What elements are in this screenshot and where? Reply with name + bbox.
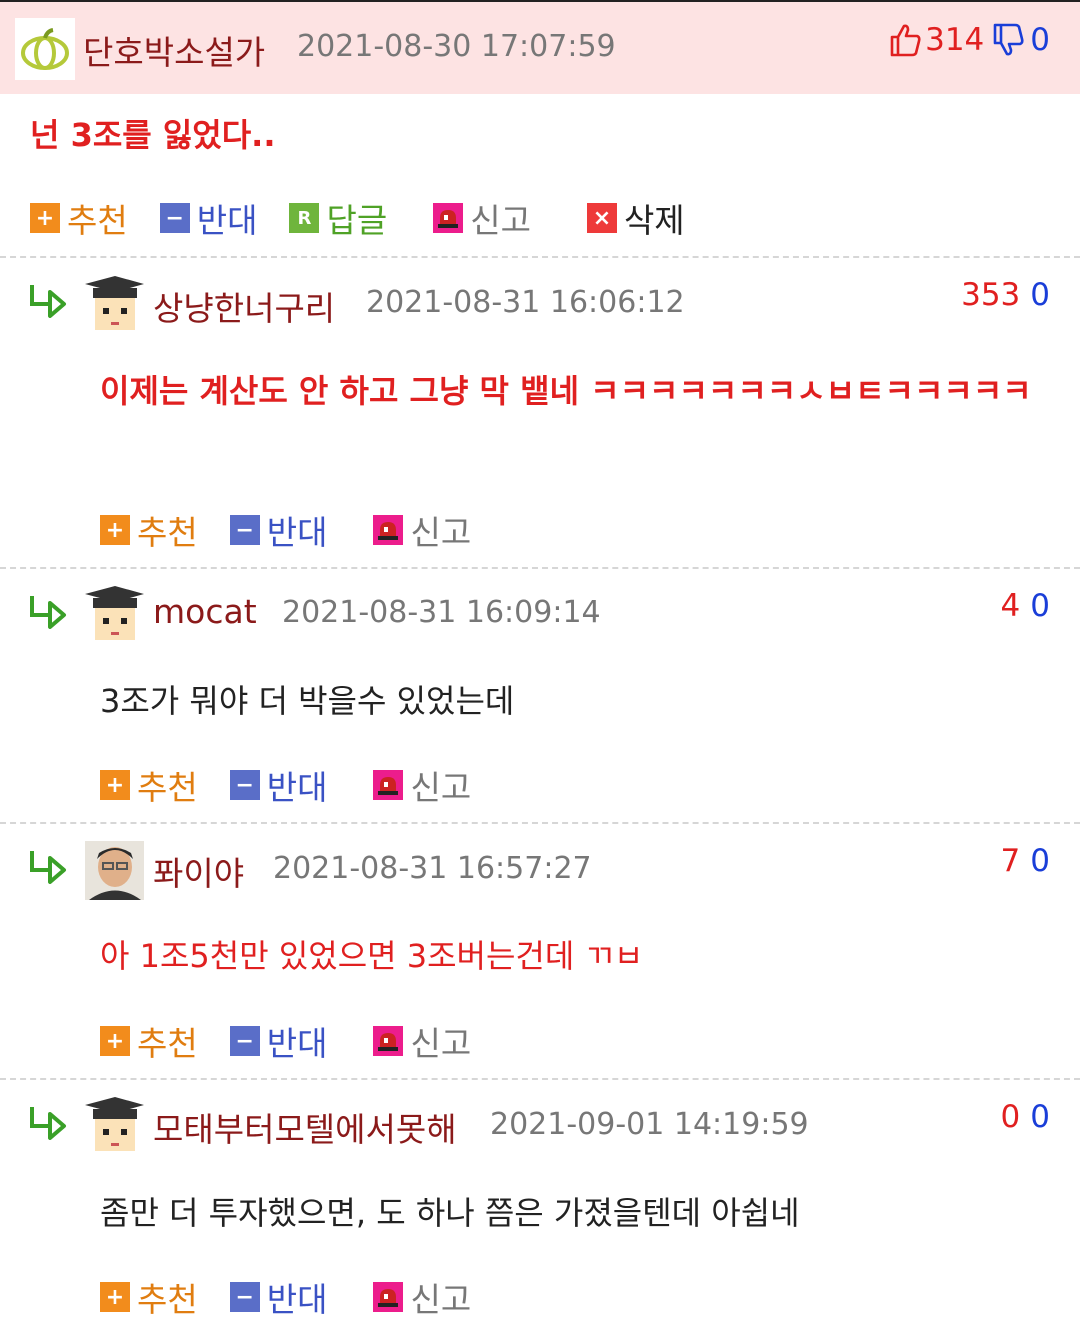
report-button[interactable]: 신고 xyxy=(433,194,531,242)
minus-icon: − xyxy=(229,1282,260,1312)
post-votes: 314 0 xyxy=(889,22,1050,58)
comment-author[interactable]: mocat xyxy=(153,592,257,631)
minus-icon: − xyxy=(159,203,190,233)
comment-date: 2021-08-31 16:57:27 xyxy=(273,851,592,886)
thumbs-up-icon[interactable] xyxy=(889,23,921,57)
reply-button[interactable]: R 답글 xyxy=(289,194,387,242)
reply-arrow-icon xyxy=(30,851,66,884)
graduate-avatar-icon[interactable] xyxy=(85,276,144,335)
comment-date: 2021-08-31 16:09:14 xyxy=(282,595,601,630)
comment-date: 2021-09-01 14:19:59 xyxy=(490,1107,809,1142)
plus-icon: + xyxy=(100,770,130,800)
oppose-button[interactable]: − 반대 xyxy=(229,761,327,809)
minus-icon: − xyxy=(229,770,260,800)
divider xyxy=(0,1078,1080,1080)
report-button[interactable]: 신고 xyxy=(373,1017,471,1065)
onion-avatar-icon[interactable] xyxy=(15,18,75,80)
siren-icon xyxy=(373,1282,404,1312)
comment-author[interactable]: 퐈이야 xyxy=(153,847,244,895)
post-content: 넌 3조를 잃었다.. xyxy=(30,116,276,154)
photo-avatar-icon[interactable] xyxy=(85,841,144,900)
oppose-button[interactable]: − 반대 xyxy=(229,1017,327,1065)
comment-content: 이제는 계산도 안 하고 그냥 막 뱉네 ㅋㅋㅋㅋㅋㅋㅋㅅㅂㅌㅋㅋㅋㅋㅋ xyxy=(100,372,1032,410)
plus-icon: + xyxy=(100,515,130,545)
divider xyxy=(0,256,1080,258)
post-author[interactable]: 단호박소설가 xyxy=(83,26,265,74)
divider xyxy=(0,567,1080,569)
comment-actions: + 추천 − 반대 신고 xyxy=(100,761,503,809)
delete-button[interactable]: × 삭제 xyxy=(586,194,685,242)
reply-r-icon: R xyxy=(289,203,320,233)
plus-icon: + xyxy=(30,203,60,233)
report-button[interactable]: 신고 xyxy=(373,506,471,554)
comment-actions: + 추천 − 반대 신고 xyxy=(100,506,503,554)
divider xyxy=(0,822,1080,824)
post-up-count: 314 xyxy=(925,22,985,58)
comment-votes: 7 0 xyxy=(1000,843,1050,879)
oppose-button[interactable]: − 반대 xyxy=(229,506,327,554)
plus-icon: + xyxy=(100,1282,130,1312)
comment-author[interactable]: 모태부터모텔에서못해 xyxy=(153,1103,457,1151)
minus-icon: − xyxy=(229,515,260,545)
graduate-avatar-icon[interactable] xyxy=(85,586,144,645)
plus-icon: + xyxy=(100,1026,130,1056)
report-button[interactable]: 신고 xyxy=(373,761,471,809)
siren-icon xyxy=(373,770,404,800)
comment-votes: 0 0 xyxy=(1000,1099,1050,1135)
minus-icon: − xyxy=(229,1026,260,1056)
graduate-avatar-icon[interactable] xyxy=(85,1097,144,1156)
post-date: 2021-08-30 17:07:59 xyxy=(297,29,616,64)
oppose-button[interactable]: − 반대 xyxy=(229,1273,327,1321)
recommend-button[interactable]: + 추천 xyxy=(100,506,198,554)
comment-content: 좀만 더 투자했으면, 도 하나 쯤은 가졌을텐데 아쉽네 xyxy=(100,1194,800,1232)
post-down-count: 0 xyxy=(1030,22,1050,58)
recommend-button[interactable]: + 추천 xyxy=(30,194,128,242)
comment-content: 3조가 뭐야 더 박을수 있었는데 xyxy=(100,682,515,720)
comment-content: 아 1조5천만 있었으면 3조버는건데 ㄲㅂ xyxy=(100,937,644,975)
siren-icon xyxy=(373,515,404,545)
comment-actions: + 추천 − 반대 신고 xyxy=(100,1273,503,1321)
siren-icon xyxy=(373,1026,404,1056)
post-header: 단호박소설가 2021-08-30 17:07:59 314 0 xyxy=(0,2,1080,94)
comment-date: 2021-08-31 16:06:12 xyxy=(366,285,685,320)
recommend-button[interactable]: + 추천 xyxy=(100,761,198,809)
recommend-button[interactable]: + 추천 xyxy=(100,1017,198,1065)
reply-arrow-icon xyxy=(30,1107,66,1140)
report-button[interactable]: 신고 xyxy=(373,1273,471,1321)
recommend-button[interactable]: + 추천 xyxy=(100,1273,198,1321)
comment-author[interactable]: 상냥한너구리 xyxy=(153,282,335,330)
comment-actions: + 추천 − 반대 신고 xyxy=(100,1017,503,1065)
thumbs-down-icon[interactable] xyxy=(992,23,1024,57)
reply-arrow-icon xyxy=(30,596,66,629)
siren-icon xyxy=(433,203,464,233)
oppose-button[interactable]: − 반대 xyxy=(159,194,257,242)
reply-arrow-icon xyxy=(30,285,66,318)
post-actions: + 추천 − 반대 R 답글 신고 × 삭제 xyxy=(30,194,717,242)
comment-votes: 4 0 xyxy=(1000,588,1050,624)
comment-votes: 353 0 xyxy=(961,277,1050,313)
close-icon: × xyxy=(586,203,617,233)
